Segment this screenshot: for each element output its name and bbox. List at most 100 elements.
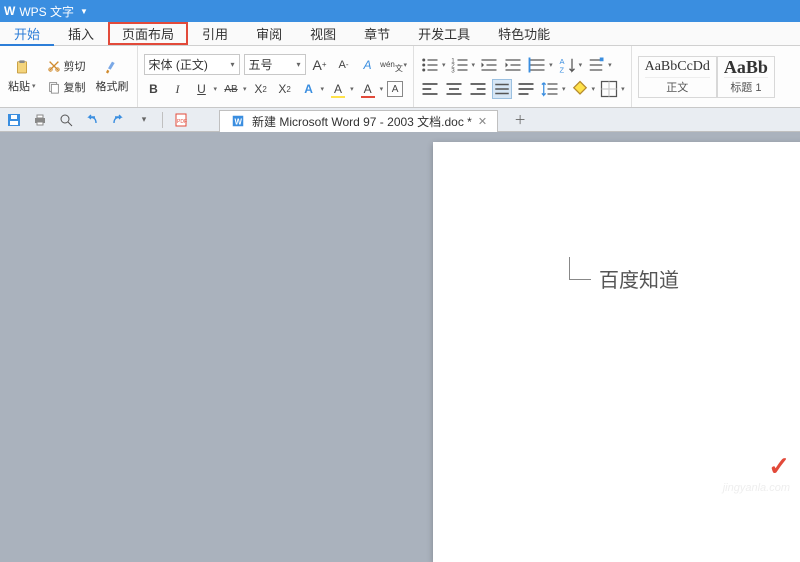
tab-sections[interactable]: 章节 — [350, 22, 404, 45]
tab-page-layout[interactable]: 页面布局 — [108, 22, 188, 45]
group-styles: AaBbCcDd 正文 AaBb 标题 1 — [632, 46, 781, 107]
paste-icon — [14, 59, 30, 75]
document-body-text[interactable]: 百度知道 — [599, 264, 679, 293]
qat-more-button[interactable]: ▾ — [136, 112, 152, 128]
borders-dd-icon[interactable]: ▾ — [621, 85, 625, 93]
margin-indicator-h — [569, 279, 591, 280]
group-clipboard: 粘贴▾ 剪切 复制 格式刷 — [0, 46, 138, 107]
group-paragraph: ▾ 123▾ ▾ AZ▾ ▾ ▾ ▾ ▾ — [414, 46, 632, 107]
svg-text:A: A — [559, 56, 564, 65]
strikethrough-button[interactable]: AB — [221, 79, 241, 99]
superscript-button[interactable]: X2 — [251, 79, 271, 99]
document-page[interactable]: 百度知道 — [433, 142, 800, 562]
char-border-button[interactable]: A — [387, 81, 403, 97]
qat-redo-button[interactable] — [110, 112, 126, 128]
align-right-button[interactable] — [468, 79, 488, 99]
phonetic-guide-button[interactable]: wén文 — [382, 55, 402, 75]
paste-button[interactable]: 粘贴▾ — [6, 77, 38, 95]
numbering-dd-icon[interactable]: ▾ — [472, 61, 476, 69]
qat-undo-button[interactable] — [84, 112, 100, 128]
margin-indicator-v — [569, 257, 570, 279]
new-tab-button[interactable]: ＋ — [508, 111, 532, 128]
tab-review[interactable]: 审阅 — [242, 22, 296, 45]
italic-button[interactable]: I — [168, 79, 188, 99]
bold-button[interactable]: B — [144, 79, 164, 99]
ribbon: 粘贴▾ 剪切 复制 格式刷 宋体 (正文)▾ 五号▾ A+ — [0, 46, 800, 108]
qat-preview-button[interactable] — [58, 112, 74, 128]
word-doc-icon: W — [230, 113, 246, 129]
align-justify-button[interactable] — [492, 79, 512, 99]
tab-references[interactable]: 引用 — [188, 22, 242, 45]
watermark-url: jingyanla.com — [704, 482, 790, 494]
spacing-dd-icon[interactable]: ▾ — [562, 85, 566, 93]
tabset-dd-icon[interactable]: ▾ — [549, 61, 553, 69]
document-tab-title: 新建 Microsoft Word 97 - 2003 文档.doc * — [252, 113, 472, 130]
underline-dd-icon[interactable]: ▾ — [214, 85, 218, 93]
outdent-button[interactable] — [479, 55, 499, 75]
svg-text:Z: Z — [559, 65, 564, 74]
bullets-dd-icon[interactable]: ▾ — [442, 61, 446, 69]
sort-button[interactable]: AZ — [557, 55, 577, 75]
subscript-button[interactable]: X2 — [275, 79, 295, 99]
numbering-button[interactable]: 123 — [450, 55, 470, 75]
scissors-icon — [46, 58, 62, 74]
toggle-marks-button[interactable] — [586, 55, 606, 75]
cut-button[interactable]: 剪切 — [44, 57, 88, 75]
align-left-button[interactable] — [420, 79, 440, 99]
menu-bar: 开始 插入 页面布局 引用 审阅 视图 章节 开发工具 特色功能 — [0, 22, 800, 46]
style-normal[interactable]: AaBbCcDd 正文 — [638, 56, 717, 98]
underline-button[interactable]: U — [192, 79, 212, 99]
app-menu-dropdown-icon[interactable]: ▼ — [80, 7, 88, 16]
sort-dd-icon[interactable]: ▾ — [579, 61, 583, 69]
font-size-select[interactable]: 五号▾ — [244, 54, 306, 75]
effects-dd-icon[interactable]: ▾ — [321, 85, 325, 93]
shading-button[interactable] — [570, 79, 590, 99]
qat-pdf-button[interactable]: PDF — [173, 112, 189, 128]
svg-text:W: W — [235, 118, 243, 127]
text-effects-button[interactable]: A — [299, 79, 319, 99]
title-bar: W WPS 文字 ▼ — [0, 0, 800, 22]
qat-save-button[interactable] — [6, 112, 22, 128]
app-title: WPS 文字 — [19, 3, 74, 20]
bullets-button[interactable] — [420, 55, 440, 75]
line-spacing-button[interactable] — [540, 79, 560, 99]
font-color-button[interactable]: A — [358, 79, 378, 99]
style-heading1[interactable]: AaBb 标题 1 — [717, 56, 775, 98]
tab-insert[interactable]: 插入 — [54, 22, 108, 45]
tab-special[interactable]: 特色功能 — [484, 22, 564, 45]
highlight-color-button[interactable]: A — [328, 79, 348, 99]
svg-text:3: 3 — [451, 67, 455, 74]
align-center-button[interactable] — [444, 79, 464, 99]
borders-button[interactable] — [599, 79, 619, 99]
marks-dd-icon[interactable]: ▾ — [608, 61, 612, 69]
tab-start[interactable]: 开始 — [0, 22, 54, 45]
close-tab-button[interactable]: ✕ — [478, 115, 487, 128]
clear-format-button[interactable]: A — [358, 55, 378, 75]
qat-print-button[interactable] — [32, 112, 48, 128]
grow-font-button[interactable]: A+ — [310, 55, 330, 75]
format-painter-button[interactable]: 格式刷 — [94, 77, 131, 95]
svg-text:PDF: PDF — [177, 119, 187, 125]
app-logo-icon: W — [4, 4, 15, 18]
tab-view[interactable]: 视图 — [296, 22, 350, 45]
checkmark-icon: ✓ — [768, 451, 790, 482]
format-painter-icon — [104, 59, 120, 75]
fontcolor-dd-icon[interactable]: ▾ — [380, 85, 384, 93]
copy-icon — [46, 79, 62, 95]
font-group-dd-icon[interactable]: ▾ — [404, 61, 408, 69]
copy-button[interactable]: 复制 — [44, 78, 88, 96]
distribute-button[interactable] — [516, 79, 536, 99]
document-tab[interactable]: W 新建 Microsoft Word 97 - 2003 文档.doc * ✕ — [219, 110, 498, 132]
group-font: 宋体 (正文)▾ 五号▾ A+ A- A wén文 ▾ B I U▾ AB▾ X… — [138, 46, 415, 107]
highlight-dd-icon[interactable]: ▾ — [350, 85, 354, 93]
workspace: 百度知道 经验啦✓ jingyanla.com — [0, 132, 800, 500]
watermark: 经验啦✓ jingyanla.com — [704, 451, 790, 494]
strike-dd-icon[interactable]: ▾ — [243, 85, 247, 93]
shrink-font-button[interactable]: A- — [334, 55, 354, 75]
tab-settings-button[interactable] — [527, 55, 547, 75]
quick-access-bar: ▾ PDF W 新建 Microsoft Word 97 - 2003 文档.d… — [0, 108, 800, 132]
shading-dd-icon[interactable]: ▾ — [592, 85, 596, 93]
indent-button[interactable] — [503, 55, 523, 75]
font-name-select[interactable]: 宋体 (正文)▾ — [144, 54, 240, 75]
tab-developer[interactable]: 开发工具 — [404, 22, 484, 45]
